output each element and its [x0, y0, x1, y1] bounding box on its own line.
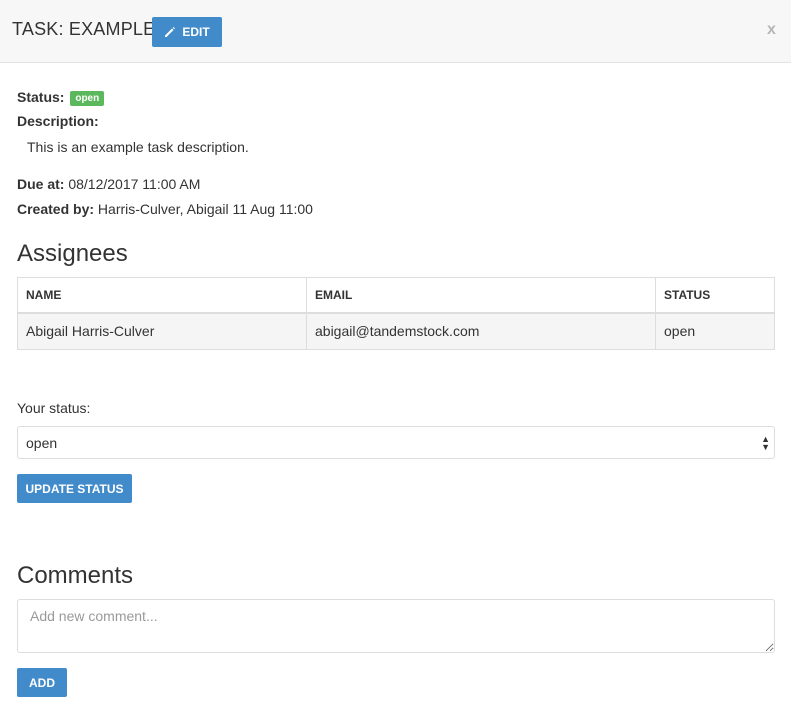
your-status-label: Your status:	[17, 400, 91, 416]
due-value: 08/12/2017 11:00 AM	[68, 176, 201, 192]
description-text: This is an example task description.	[27, 139, 249, 155]
comment-input[interactable]	[17, 599, 775, 653]
assignee-email: abigail@tandemstock.com	[306, 312, 656, 350]
assignees-table: NAME EMAIL STATUS Abigail Harris-Culver …	[17, 277, 775, 350]
add-comment-button[interactable]: ADD	[17, 668, 67, 697]
edit-button[interactable]: EDIT	[152, 17, 222, 47]
assignees-heading: Assignees	[17, 240, 128, 267]
status-select-value: open	[26, 434, 58, 451]
column-header-email: EMAIL	[306, 277, 656, 314]
column-header-status: STATUS	[655, 277, 775, 314]
description-label: Description:	[17, 113, 99, 129]
due-label: Due at:	[17, 176, 65, 192]
status-row: Status: open	[17, 89, 105, 107]
created-value: Harris-Culver, Abigail 11 Aug 11:00	[97, 201, 313, 217]
table-header-row: NAME EMAIL STATUS	[17, 277, 775, 314]
created-row: Created by: Harris-Culver, Abigail 11 Au…	[17, 201, 313, 217]
column-header-name: NAME	[17, 277, 307, 314]
page-title: TASK: EXAMPLE	[12, 19, 156, 39]
assignee-status: open	[655, 312, 775, 350]
status-select[interactable]: open ▲ ▼	[17, 426, 775, 459]
modal-header: TASK: EXAMPLE EDIT x	[0, 0, 791, 63]
assignee-name: Abigail Harris-Culver	[17, 312, 307, 350]
comments-heading: Comments	[17, 562, 134, 589]
table-row: Abigail Harris-Culver abigail@tandemstoc…	[17, 312, 775, 350]
update-status-button[interactable]: UPDATE STATUS	[17, 474, 132, 503]
select-arrows-icon: ▲ ▼	[761, 434, 770, 452]
close-icon[interactable]: x	[767, 21, 776, 39]
status-badge: open	[70, 91, 105, 106]
due-row: Due at: 08/12/2017 11:00 AM	[17, 176, 200, 192]
edit-button-label: EDIT	[182, 25, 210, 39]
created-label: Created by:	[17, 201, 95, 217]
status-label: Status:	[17, 89, 65, 105]
pencil-icon	[165, 27, 176, 37]
